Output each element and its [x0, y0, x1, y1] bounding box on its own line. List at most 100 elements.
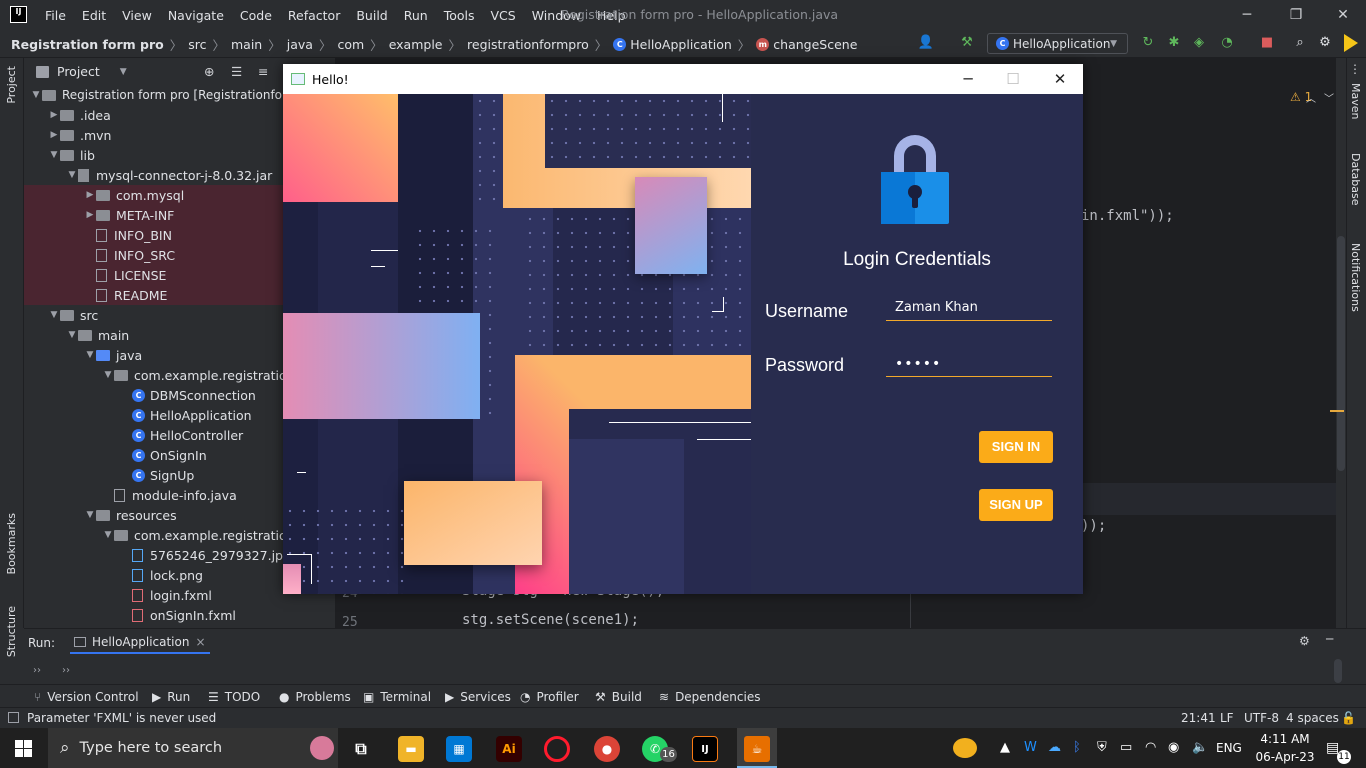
- search-icon[interactable]: ⌕: [1291, 34, 1309, 52]
- maximize-icon[interactable]: ☐: [1002, 68, 1024, 90]
- chevron-down-icon[interactable]: ▼: [66, 170, 78, 180]
- minimize-icon[interactable]: ─: [957, 68, 979, 90]
- chevron-down-icon[interactable]: ▼: [30, 90, 42, 100]
- coverage-icon[interactable]: ◈: [1190, 34, 1208, 52]
- menu-code[interactable]: Code: [240, 8, 272, 23]
- language-indicator[interactable]: ENG: [1216, 741, 1242, 755]
- gear-icon[interactable]: ⚙: [1316, 34, 1334, 52]
- structure-tab[interactable]: Structure: [5, 606, 18, 657]
- menu-edit[interactable]: Edit: [82, 8, 106, 23]
- sign-up-button[interactable]: SIGN UP: [979, 489, 1053, 521]
- illustrator-icon[interactable]: Ai: [496, 736, 522, 762]
- menu-navigate[interactable]: Navigate: [168, 8, 224, 23]
- terminal-tab[interactable]: ▣ Terminal: [363, 685, 431, 708]
- gear-icon[interactable]: ⚙: [1299, 634, 1310, 648]
- run-tab[interactable]: ▶ Run: [152, 685, 190, 708]
- menu-tools[interactable]: Tools: [444, 8, 475, 23]
- breadcrumb-item[interactable]: src: [188, 37, 206, 52]
- version-control-tab[interactable]: ⑂ Version Control: [34, 685, 139, 708]
- editor-scrollbar[interactable]: [1330, 58, 1346, 628]
- hide-panel-icon[interactable]: ─: [1326, 632, 1333, 646]
- cloud-sync-icon[interactable]: ☁: [1048, 740, 1061, 755]
- debug-icon[interactable]: ✱: [1165, 34, 1183, 52]
- rerun-icon[interactable]: ↻: [1139, 34, 1157, 52]
- dialog-title-bar[interactable]: Hello! ─ ☐ ✕: [283, 64, 1083, 94]
- expand-icon[interactable]: ››: [33, 665, 41, 676]
- indent-setting[interactable]: 4 spaces: [1286, 711, 1339, 725]
- close-icon[interactable]: ×: [195, 635, 205, 649]
- tree-item[interactable]: onSignIn.fxml: [24, 605, 335, 625]
- status-toggle-icon[interactable]: [8, 712, 19, 723]
- more-options-icon[interactable]: ⋮: [1349, 62, 1361, 76]
- chevron-down-icon[interactable]: ▼: [84, 510, 96, 520]
- dependencies-tab[interactable]: ≋ Dependencies: [659, 685, 760, 708]
- expand-icon[interactable]: ››: [62, 665, 70, 676]
- clock-date[interactable]: 06-Apr-23: [1254, 750, 1316, 764]
- todo-tab[interactable]: ☰ TODO: [208, 685, 260, 708]
- camera-icon[interactable]: ◉: [1168, 740, 1179, 755]
- menu-view[interactable]: View: [122, 8, 152, 23]
- weather-icon[interactable]: [953, 738, 977, 758]
- project-title[interactable]: Project: [57, 64, 100, 79]
- clock-time[interactable]: 4:11 AM: [1258, 732, 1312, 746]
- bluetooth-icon[interactable]: ᛒ: [1073, 740, 1081, 755]
- store-icon[interactable]: ▦: [446, 736, 472, 762]
- intellij-logo-icon[interactable]: IJ: [10, 6, 27, 23]
- file-explorer-icon[interactable]: ▬: [398, 736, 424, 762]
- file-encoding[interactable]: UTF-8: [1244, 711, 1279, 725]
- breadcrumb-item[interactable]: HelloApplication: [630, 37, 732, 52]
- word-icon[interactable]: W: [1024, 740, 1037, 755]
- collapse-all-icon[interactable]: ≡: [258, 64, 268, 79]
- chevron-down-icon[interactable]: ▼: [120, 67, 127, 77]
- breadcrumb-item[interactable]: registrationformpro: [467, 37, 589, 52]
- update-icon[interactable]: [1344, 34, 1358, 52]
- profile-icon[interactable]: ◔: [1218, 34, 1236, 52]
- chevron-down-icon[interactable]: ▼: [48, 310, 60, 320]
- chevron-down-icon[interactable]: ▼: [48, 150, 60, 160]
- database-tab[interactable]: Database: [1349, 153, 1362, 206]
- line-separator[interactable]: LF: [1220, 711, 1234, 725]
- warning-marker[interactable]: [1330, 410, 1344, 412]
- drive-icon[interactable]: ▲: [1000, 740, 1010, 755]
- locate-icon[interactable]: ⊕: [204, 64, 214, 79]
- intellij-taskbar-icon[interactable]: IJ: [692, 736, 718, 762]
- caret-position[interactable]: 21:41: [1181, 711, 1216, 725]
- shield-icon[interactable]: ⛨: [1097, 740, 1107, 755]
- breadcrumb-item[interactable]: main: [231, 37, 262, 52]
- breadcrumb-item[interactable]: changeScene: [773, 37, 857, 52]
- battery-icon[interactable]: ▭: [1120, 740, 1132, 755]
- close-icon[interactable]: ✕: [1333, 5, 1353, 25]
- user-icon[interactable]: 👤: [917, 34, 935, 52]
- project-tab[interactable]: Project: [5, 66, 18, 104]
- lock-icon[interactable]: 🔓: [1341, 711, 1356, 725]
- chevron-right-icon[interactable]: ▶: [84, 210, 96, 220]
- menu-file[interactable]: File: [45, 8, 66, 23]
- bookmarks-tab[interactable]: Bookmarks: [5, 513, 18, 574]
- restore-icon[interactable]: ❐: [1286, 5, 1306, 25]
- menu-run[interactable]: Run: [404, 8, 428, 23]
- task-view-icon[interactable]: ⧉: [348, 736, 374, 762]
- chevron-down-icon[interactable]: ▼: [102, 370, 114, 380]
- chevron-down-icon[interactable]: ﹀: [1324, 90, 1334, 105]
- menu-build[interactable]: Build: [356, 8, 387, 23]
- close-icon[interactable]: ✕: [1049, 68, 1071, 90]
- maven-tab[interactable]: Maven: [1349, 83, 1362, 119]
- chevron-right-icon[interactable]: ▶: [84, 190, 96, 200]
- chevron-down-icon[interactable]: ▼: [84, 350, 96, 360]
- breadcrumb-item[interactable]: Registration form pro: [11, 37, 164, 52]
- wifi-icon[interactable]: ◠: [1145, 740, 1156, 755]
- status-message[interactable]: Parameter 'FXML' is never used: [27, 711, 216, 725]
- chevron-up-icon[interactable]: ︿: [1306, 90, 1316, 105]
- sign-in-button[interactable]: SIGN IN: [979, 431, 1053, 463]
- stop-icon[interactable]: ■: [1258, 34, 1276, 52]
- password-field[interactable]: •••••: [886, 353, 1052, 377]
- chrome-icon[interactable]: ●: [594, 736, 620, 762]
- taskbar-search-box[interactable]: ⌕ Type here to search: [48, 728, 338, 768]
- chevron-right-icon[interactable]: ▶: [48, 130, 60, 140]
- breadcrumb-item[interactable]: example: [389, 37, 443, 52]
- windows-start-icon[interactable]: [15, 740, 32, 757]
- username-field[interactable]: Zaman Khan: [886, 297, 1052, 321]
- scrollbar-thumb[interactable]: [1337, 236, 1345, 471]
- menu-vcs[interactable]: VCS: [491, 8, 516, 23]
- profiler-tab[interactable]: ◔ Profiler: [520, 685, 579, 708]
